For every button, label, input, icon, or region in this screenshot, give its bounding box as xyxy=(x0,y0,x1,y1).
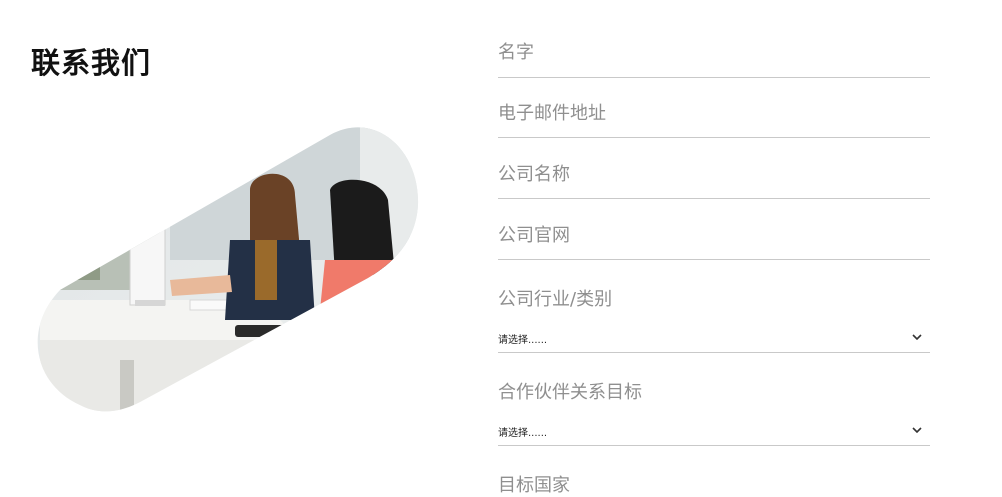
email-placeholder: 电子邮件地址 xyxy=(498,103,606,124)
name-field[interactable]: 名字 xyxy=(498,0,930,78)
chevron-down-icon[interactable] xyxy=(912,427,922,433)
industry-select[interactable]: 公司行业/类别 请选择...... xyxy=(498,259,930,353)
company-name-field[interactable]: 公司名称 xyxy=(498,137,930,199)
chevron-down-icon[interactable] xyxy=(912,334,922,340)
target-country-field[interactable]: 目标国家 xyxy=(498,445,930,497)
partnership-goal-select[interactable]: 合作伙伴关系目标 请选择...... xyxy=(498,352,930,446)
target-country-label: 目标国家 xyxy=(498,475,570,496)
company-website-placeholder: 公司官网 xyxy=(498,225,570,246)
industry-label: 公司行业/类别 xyxy=(498,289,613,310)
partnership-goal-selected-value: 请选择...... xyxy=(498,428,548,439)
office-meeting-photo xyxy=(0,0,470,497)
company-website-field[interactable]: 公司官网 xyxy=(498,198,930,260)
industry-selected-value: 请选择...... xyxy=(498,335,548,346)
company-name-placeholder: 公司名称 xyxy=(498,164,570,185)
partnership-goal-label: 合作伙伴关系目标 xyxy=(498,382,642,403)
name-placeholder: 名字 xyxy=(498,42,534,63)
email-field[interactable]: 电子邮件地址 xyxy=(498,77,930,138)
